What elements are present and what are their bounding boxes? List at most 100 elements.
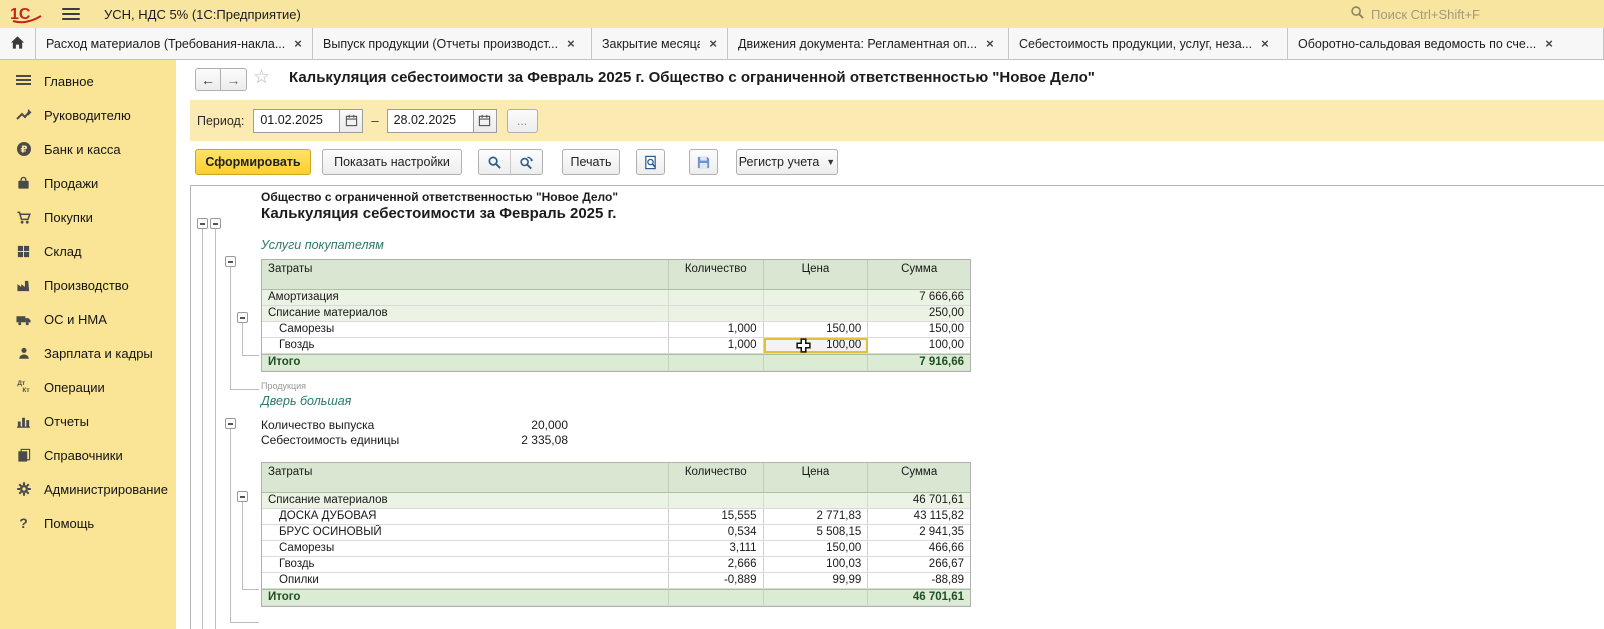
- back-button[interactable]: ←: [195, 68, 221, 91]
- total-row[interactable]: Итого 46 701,61: [262, 589, 970, 606]
- cell-sum[interactable]: 46 701,61: [868, 590, 970, 605]
- period-more-button[interactable]: ...: [507, 109, 538, 133]
- cell-name[interactable]: Саморезы: [262, 541, 669, 556]
- table-row[interactable]: Саморезы 3,111 150,00 466,66: [262, 541, 970, 557]
- cell-price[interactable]: 2 771,83: [764, 509, 869, 524]
- cell-name[interactable]: Списание материалов: [262, 493, 669, 508]
- sidebar-item-otchety[interactable]: Отчеты: [0, 404, 176, 438]
- collapse-toggle[interactable]: [237, 491, 248, 502]
- cell-name[interactable]: Амортизация: [262, 290, 669, 305]
- sidebar-item-zarplata-kadry[interactable]: Зарплата и кадры: [0, 336, 176, 370]
- cell-name[interactable]: БРУС ОСИНОВЫЙ: [262, 525, 669, 540]
- table-row[interactable]: Саморезы 1,000 150,00 150,00: [262, 322, 970, 338]
- cell-name[interactable]: Гвоздь: [262, 338, 669, 353]
- selected-cell[interactable]: 100,00: [764, 338, 869, 353]
- main-menu-icon[interactable]: [62, 8, 80, 20]
- table-row[interactable]: Опилки -0,889 99,99 -88,89: [262, 573, 970, 589]
- forward-button[interactable]: →: [221, 68, 247, 91]
- cell-sum[interactable]: 46 701,61: [868, 493, 970, 508]
- period-to-input[interactable]: 28.02.2025: [387, 109, 473, 133]
- sidebar-item-glavnoe[interactable]: Главное: [0, 64, 176, 98]
- tab-osv[interactable]: Оборотно-сальдовая ведомость по сче...×: [1288, 28, 1604, 59]
- tab-close-icon[interactable]: ×: [1545, 37, 1553, 50]
- find-next-button[interactable]: [510, 149, 543, 175]
- cell-sum[interactable]: 7 666,66: [868, 290, 970, 305]
- table-row[interactable]: Гвоздь 1,000 100,00 100,00: [262, 338, 970, 354]
- register-dropdown[interactable]: Регистр учета▼: [736, 149, 838, 175]
- sidebar-item-os-nma[interactable]: ОС и НМА: [0, 302, 176, 336]
- cell-name[interactable]: Саморезы: [262, 322, 669, 337]
- cell-price[interactable]: 150,00: [764, 322, 869, 337]
- calendar-icon[interactable]: [473, 109, 497, 133]
- cell-sum[interactable]: 43 115,82: [868, 509, 970, 524]
- sidebar-item-administrirovanie[interactable]: Администрирование: [0, 472, 176, 506]
- global-search[interactable]: Поиск Ctrl+Shift+F: [1350, 0, 1480, 28]
- collapse-toggle[interactable]: [237, 312, 248, 323]
- cell-qty[interactable]: 3,111: [669, 541, 764, 556]
- cell-qty[interactable]: [669, 290, 764, 305]
- cell-sum[interactable]: -88,89: [868, 573, 970, 588]
- sidebar-item-pomosch[interactable]: ?Помощь: [0, 506, 176, 540]
- table-row[interactable]: Амортизация 7 666,66: [262, 290, 970, 306]
- collapse-toggle[interactable]: [225, 256, 236, 267]
- print-preview-button[interactable]: [636, 149, 665, 175]
- cell-sum[interactable]: 266,67: [868, 557, 970, 572]
- cell-name[interactable]: ДОСКА ДУБОВАЯ: [262, 509, 669, 524]
- cell-qty[interactable]: 1,000: [669, 322, 764, 337]
- find-button[interactable]: [478, 149, 511, 175]
- sidebar-item-spravochniki[interactable]: Справочники: [0, 438, 176, 472]
- cell-qty[interactable]: [669, 590, 764, 605]
- show-settings-button[interactable]: Показать настройки: [322, 149, 462, 175]
- print-button[interactable]: Печать: [562, 149, 620, 175]
- tab-close-icon[interactable]: ×: [294, 37, 302, 50]
- cell-sum[interactable]: 150,00: [868, 322, 970, 337]
- table-row[interactable]: Списание материалов 46 701,61: [262, 493, 970, 509]
- cell-price[interactable]: 150,00: [764, 541, 869, 556]
- sidebar-item-pokupki[interactable]: Покупки: [0, 200, 176, 234]
- cell-name[interactable]: Гвоздь: [262, 557, 669, 572]
- cell-price[interactable]: [764, 355, 869, 370]
- calendar-icon[interactable]: [339, 109, 363, 133]
- collapse-toggle[interactable]: [197, 218, 208, 229]
- home-tab[interactable]: [0, 28, 36, 59]
- cell-qty[interactable]: [669, 306, 764, 321]
- sidebar-item-prodazhi[interactable]: Продажи: [0, 166, 176, 200]
- cell-price[interactable]: 99,99: [764, 573, 869, 588]
- cell-name[interactable]: Опилки: [262, 573, 669, 588]
- table-row[interactable]: ДОСКА ДУБОВАЯ 15,555 2 771,83 43 115,82: [262, 509, 970, 525]
- favorite-star-icon[interactable]: ☆: [253, 66, 270, 89]
- cell-name[interactable]: Итого: [262, 590, 669, 605]
- cell-sum[interactable]: 100,00: [868, 338, 970, 353]
- cell-sum[interactable]: 466,66: [868, 541, 970, 556]
- generate-button[interactable]: Сформировать: [195, 149, 311, 175]
- tab-close-icon[interactable]: ×: [567, 37, 575, 50]
- collapse-toggle[interactable]: [225, 418, 236, 429]
- cell-qty[interactable]: 0,534: [669, 525, 764, 540]
- cell-qty[interactable]: 1,000: [669, 338, 764, 353]
- cell-name[interactable]: Итого: [262, 355, 669, 370]
- cell-price[interactable]: [764, 493, 869, 508]
- tab-zakrytie-mesyaca[interactable]: Закрытие месяца×: [592, 28, 728, 59]
- tab-dvizheniya-dokumenta[interactable]: Движения документа: Регламентная оп...×: [728, 28, 1009, 59]
- cell-price[interactable]: 5 508,15: [764, 525, 869, 540]
- table-row[interactable]: БРУС ОСИНОВЫЙ 0,534 5 508,15 2 941,35: [262, 525, 970, 541]
- cell-qty[interactable]: 2,666: [669, 557, 764, 572]
- cell-price[interactable]: 100,03: [764, 557, 869, 572]
- period-from-input[interactable]: 01.02.2025: [253, 109, 339, 133]
- cell-qty[interactable]: [669, 493, 764, 508]
- cell-qty[interactable]: -0,889: [669, 573, 764, 588]
- sidebar-item-bank-kassa[interactable]: ₽Банк и касса: [0, 132, 176, 166]
- save-button[interactable]: [689, 149, 718, 175]
- sidebar-item-proizvodstvo[interactable]: Производство: [0, 268, 176, 302]
- cell-sum[interactable]: 250,00: [868, 306, 970, 321]
- tab-close-icon[interactable]: ×: [1261, 37, 1269, 50]
- tab-sebestoimost[interactable]: Себестоимость продукции, услуг, неза...×: [1009, 28, 1288, 59]
- sidebar-item-rukovoditelyu[interactable]: Руководителю: [0, 98, 176, 132]
- cell-price[interactable]: [764, 590, 869, 605]
- table-row[interactable]: Списание материалов 250,00: [262, 306, 970, 322]
- tab-close-icon[interactable]: ×: [709, 37, 717, 50]
- cell-price[interactable]: [764, 290, 869, 305]
- tab-vypusk-produkcii[interactable]: Выпуск продукции (Отчеты производст...×: [313, 28, 592, 59]
- sidebar-item-operacii[interactable]: ДтКтОперации: [0, 370, 176, 404]
- cell-price[interactable]: [764, 306, 869, 321]
